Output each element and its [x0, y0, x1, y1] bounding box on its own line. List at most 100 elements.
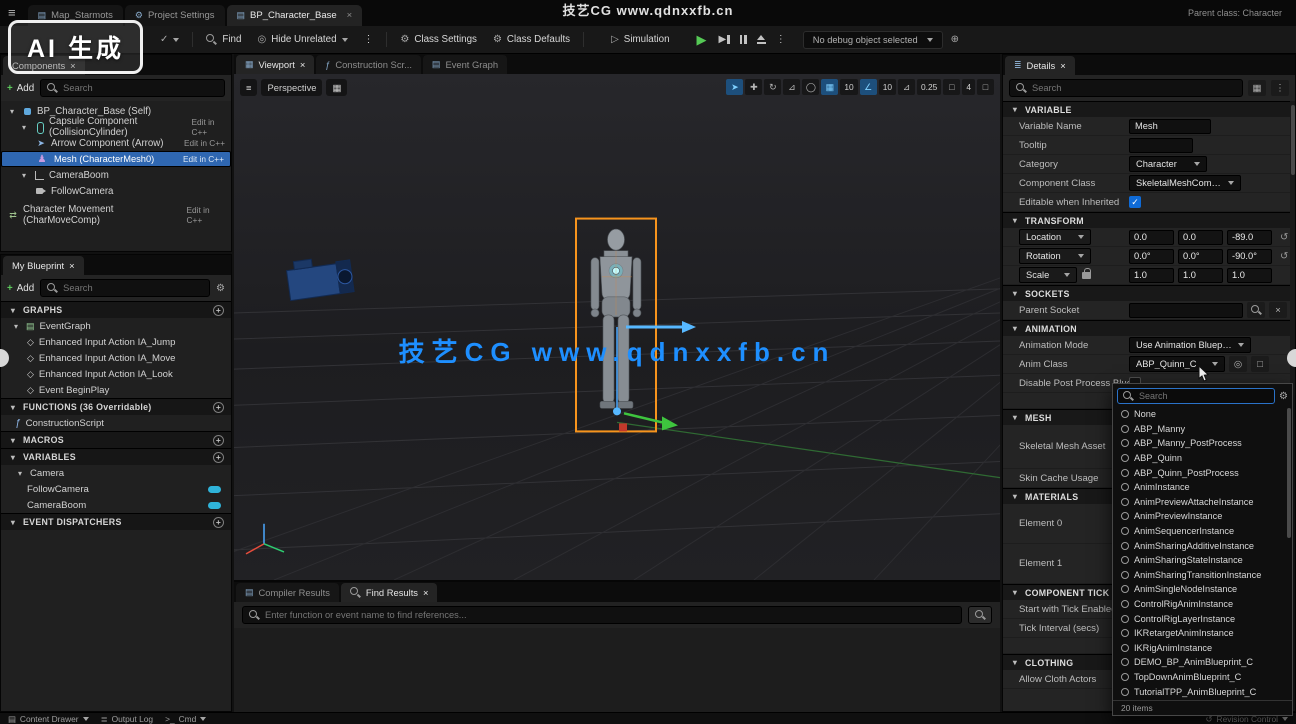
construction-script-item[interactable]: ƒ ConstructionScript	[1, 415, 231, 431]
anim-class-option[interactable]: AnimSharingTransitionInstance	[1113, 568, 1292, 583]
eject-button[interactable]	[752, 34, 771, 45]
edit-in-cpp-link[interactable]: Edit in C++	[191, 117, 225, 137]
grid-snap-toggle[interactable]: ▦	[821, 79, 838, 95]
tab-details[interactable]: ≣ Details ×	[1005, 56, 1075, 75]
class-settings-button[interactable]: ⚙Class Settings	[392, 30, 485, 49]
variables-section-header[interactable]: ▾ VARIABLES +	[1, 448, 231, 465]
details-view-options-button[interactable]: ▦	[1248, 80, 1266, 96]
world-local-toggle[interactable]: ◯	[802, 79, 819, 95]
add-blueprint-item-button[interactable]: + Add	[7, 283, 34, 294]
rotation-z[interactable]: -90.0°	[1227, 249, 1272, 264]
anim-class-option[interactable]: TopDownAnimBlueprint_C	[1113, 670, 1292, 685]
tab-find-results[interactable]: Find Results ×	[341, 583, 438, 602]
anim-class-option[interactable]: None	[1113, 407, 1292, 422]
close-icon[interactable]: ×	[423, 587, 428, 598]
close-icon[interactable]: ×	[1060, 60, 1065, 71]
select-tool-button[interactable]: ➤	[726, 79, 743, 95]
animation-section-header[interactable]: ▾ANIMATION	[1003, 320, 1295, 336]
use-selected-asset-button[interactable]: ◎	[1229, 356, 1247, 372]
add-variable-icon[interactable]: +	[213, 452, 224, 463]
content-drawer-button[interactable]: ▤ Content Drawer	[8, 714, 89, 724]
play-options-kebab[interactable]: ⋮	[771, 33, 791, 46]
animation-mode-dropdown[interactable]: Use Animation Blueprint	[1129, 337, 1251, 353]
details-kebab-button[interactable]: ⋮	[1271, 80, 1289, 96]
socket-clear-button[interactable]: ×	[1269, 302, 1287, 318]
scale-snap-value[interactable]: 0.25	[917, 79, 941, 95]
blueprint-settings-gear-icon[interactable]: ⚙	[216, 283, 225, 294]
parent-socket-input[interactable]	[1129, 303, 1243, 318]
my-blueprint-search[interactable]	[40, 279, 210, 297]
add-function-icon[interactable]: +	[213, 402, 224, 413]
rotation-snap-value[interactable]: 10	[879, 79, 896, 95]
anim-class-option[interactable]: DEMO_BP_AnimBlueprint_C	[1113, 655, 1292, 670]
location-x[interactable]: 0.0	[1129, 230, 1174, 245]
scale-x[interactable]: 1.0	[1129, 268, 1174, 283]
camera-speed-button[interactable]: □	[943, 79, 960, 95]
socket-search-button[interactable]	[1247, 302, 1265, 318]
lock-icon[interactable]	[1082, 272, 1091, 279]
pause-button[interactable]	[735, 34, 752, 45]
location-z[interactable]: -89.0	[1227, 230, 1272, 245]
maximize-viewport-button[interactable]: □	[977, 79, 994, 95]
close-icon[interactable]: ×	[347, 10, 353, 21]
edit-in-cpp-link[interactable]: Edit in C++	[184, 138, 225, 148]
popup-settings-gear-icon[interactable]: ⚙	[1279, 391, 1288, 402]
debug-object-dropdown[interactable]: No debug object selected	[803, 31, 943, 49]
tree-row-charactermovement[interactable]: ⇄ Character Movement (CharMoveComp) Edit…	[1, 207, 231, 223]
close-icon[interactable]: ×	[69, 260, 74, 271]
toolbar-kebab[interactable]: ⋮	[356, 30, 382, 49]
details-search-input[interactable]	[1032, 83, 1236, 93]
camera-actor[interactable]	[285, 254, 354, 301]
tab-compiler-results[interactable]: ▤ Compiler Results	[236, 583, 339, 602]
location-y[interactable]: 0.0	[1178, 230, 1223, 245]
perspective-dropdown[interactable]: Perspective	[261, 79, 322, 96]
add-component-button[interactable]: + Add	[7, 83, 34, 94]
variable-name-input[interactable]	[1129, 119, 1211, 134]
anim-class-option[interactable]: ABP_Manny	[1113, 422, 1292, 437]
class-defaults-button[interactable]: ⚙Class Defaults	[485, 30, 578, 49]
tree-row-followcamera[interactable]: FollowCamera	[1, 183, 231, 199]
close-icon[interactable]: ×	[300, 59, 305, 70]
macros-section-header[interactable]: ▾ MACROS +	[1, 431, 231, 448]
hide-unrelated-button[interactable]: ◎Hide Unrelated	[249, 30, 355, 49]
components-search-input[interactable]	[63, 83, 218, 93]
graph-event-item[interactable]: ◇ Enhanced Input Action IA_Jump	[1, 334, 231, 350]
tree-row-capsule[interactable]: ▾ Capsule Component (CollisionCylinder) …	[1, 119, 231, 135]
expander-icon[interactable]: ▾	[11, 322, 21, 331]
viewport-3d[interactable]: 技艺CG www.qdnxxfb.cn ≡ Perspective ▦ ➤ ✚ …	[234, 74, 1000, 580]
find-references-input[interactable]	[265, 610, 955, 620]
graphs-section-header[interactable]: ▾ GRAPHS +	[1, 301, 231, 318]
tab-event-graph[interactable]: ▤ Event Graph	[423, 55, 507, 74]
add-graph-icon[interactable]: +	[213, 305, 224, 316]
anim-class-option[interactable]: AnimSharingStateInstance	[1113, 553, 1292, 568]
anim-class-option[interactable]: AnimSingleNodeInstance	[1113, 582, 1292, 597]
scale-z[interactable]: 1.0	[1227, 268, 1272, 283]
rotation-x[interactable]: 0.0°	[1129, 249, 1174, 264]
viewport-scene[interactable]	[234, 74, 1000, 580]
debug-world-button[interactable]: ⊕	[943, 30, 967, 49]
simulation-button[interactable]: ▷Simulation	[603, 30, 677, 49]
add-macro-icon[interactable]: +	[213, 435, 224, 446]
event-graph-item[interactable]: ▾ ▤ EventGraph	[1, 318, 231, 334]
edit-in-cpp-link[interactable]: Edit in C++	[187, 205, 226, 225]
viewport-menu-button[interactable]: ≡	[240, 79, 257, 96]
frame-skip-button[interactable]: ▶	[714, 33, 735, 46]
transform-section-header[interactable]: ▾TRANSFORM	[1003, 212, 1295, 228]
view-mode-button[interactable]: ▦	[326, 79, 347, 96]
graph-event-item[interactable]: ◇ Enhanced Input Action IA_Move	[1, 350, 231, 366]
compile-button[interactable]: ✓	[152, 30, 187, 49]
scale-tool-button[interactable]: ⊿	[783, 79, 800, 95]
anim-class-search[interactable]	[1117, 388, 1275, 404]
anim-class-option[interactable]: IKRetargetAnimInstance	[1113, 626, 1292, 641]
component-class-dropdown[interactable]: SkeletalMeshComponent	[1129, 175, 1241, 191]
tab-viewport[interactable]: ▦ Viewport ×	[236, 55, 314, 74]
scale-y[interactable]: 1.0	[1178, 268, 1223, 283]
anim-class-option[interactable]: ABP_Manny_PostProcess	[1113, 436, 1292, 451]
scale-snap-toggle[interactable]: ⊿	[898, 79, 915, 95]
tree-row-arrow[interactable]: ➤ Arrow Component (Arrow) Edit in C++	[1, 135, 231, 151]
cmd-button[interactable]: >_ Cmd	[165, 714, 206, 724]
anim-class-option[interactable]: AnimSharingAdditiveInstance	[1113, 538, 1292, 553]
anim-class-option[interactable]: AnimPreviewInstance	[1113, 509, 1292, 524]
anim-class-option[interactable]: ABP_Quinn_PostProcess	[1113, 465, 1292, 480]
tab-construction-script[interactable]: ƒ Construction Scr...	[316, 55, 421, 74]
